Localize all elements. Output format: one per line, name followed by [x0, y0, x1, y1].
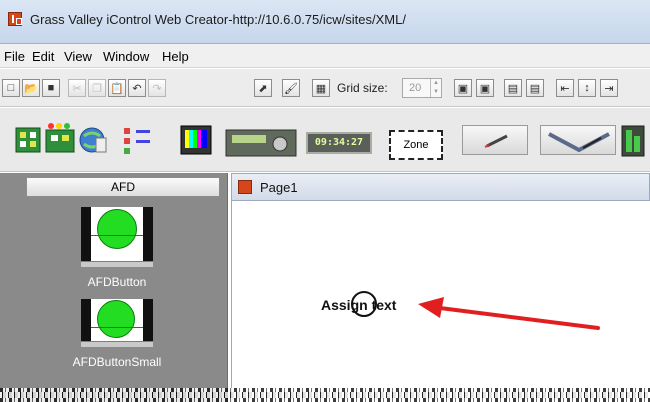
widget-palette: AFD AFDButton AFDButtonSmall: [0, 173, 228, 402]
bottom-noise-strip: [0, 388, 650, 402]
app-logo-icon: [8, 12, 22, 26]
new-document-icon[interactable]: □: [2, 79, 20, 97]
grid-size-stepper[interactable]: 20 ▲ ▼: [402, 78, 442, 98]
button-grid-widget-icon[interactable]: [15, 127, 41, 153]
slider-icon: [548, 132, 610, 153]
led-panel-widget-icon[interactable]: [45, 123, 75, 153]
web-globe-widget-icon[interactable]: [79, 127, 107, 153]
spinner-arrows-icon[interactable]: ▲ ▼: [430, 79, 441, 97]
bring-forward-icon[interactable]: ▣: [454, 79, 472, 97]
slider-tool-button[interactable]: [540, 125, 616, 155]
title-bar: Grass Valley iControl Web Creator-http:/…: [0, 0, 650, 44]
menu-window[interactable]: Window: [103, 49, 149, 64]
open-folder-icon[interactable]: 📂: [22, 79, 40, 97]
align-left-icon[interactable]: ⇤: [556, 79, 574, 97]
grid-toggle-icon[interactable]: ▦: [312, 79, 330, 97]
clock-widget[interactable]: 09:34:27: [306, 132, 372, 154]
annotation-arrow-icon: [418, 297, 600, 330]
menu-view[interactable]: View: [64, 49, 92, 64]
palette-item-afdbuttonsmall[interactable]: AFDButtonSmall: [70, 299, 164, 369]
zone-widget[interactable]: Zone: [389, 130, 443, 160]
window-title: Grass Valley iControl Web Creator-http:/…: [30, 12, 406, 27]
pen-tool-button[interactable]: [462, 125, 528, 155]
pointer-icon[interactable]: ⬈: [254, 79, 272, 97]
afd-button-small-icon: [81, 299, 153, 347]
main-toolbar: □ 📂 ■ ✂ ❐ 📋 ↶ ↷ ⬈ 🖌 ▦ Grid size: 20 ▲ ▼ ▣…: [0, 69, 650, 107]
send-backward-icon[interactable]: ▣: [476, 79, 494, 97]
menu-edit[interactable]: Edit: [32, 49, 54, 64]
click-highlight-circle: [351, 291, 377, 317]
group-icon[interactable]: ▤: [504, 79, 522, 97]
level-meter-widget-icon[interactable]: [620, 122, 650, 162]
align-right-icon[interactable]: ⇥: [600, 79, 618, 97]
align-center-icon[interactable]: ↕: [578, 79, 596, 97]
cut-icon[interactable]: ✂: [68, 79, 86, 97]
palette-item-afdbutton[interactable]: AFDButton: [70, 207, 164, 289]
pen-icon: [484, 134, 508, 148]
redo-icon[interactable]: ↷: [148, 79, 166, 97]
device-panel-widget-icon[interactable]: [225, 129, 297, 157]
page-icon: [238, 180, 252, 194]
page-tab-title: Page1: [260, 180, 298, 195]
tab-page1[interactable]: Page1: [231, 173, 650, 201]
paste-icon[interactable]: 📋: [108, 79, 126, 97]
palette-item-label: AFDButton: [87, 275, 147, 289]
menu-help[interactable]: Help: [162, 49, 189, 64]
grid-size-label: Grid size:: [337, 81, 388, 95]
copy-icon[interactable]: ❐: [88, 79, 106, 97]
menu-bar: File Edit View Window Help: [0, 44, 650, 68]
video-monitor-widget-icon[interactable]: [180, 125, 212, 155]
grid-size-value[interactable]: 20: [409, 82, 421, 94]
undo-icon[interactable]: ↶: [128, 79, 146, 97]
brush-icon[interactable]: 🖌: [282, 79, 300, 97]
widget-toolbar: 09:34:27 Zone: [0, 108, 650, 172]
tree-list-widget-icon[interactable]: [124, 128, 150, 154]
menu-file[interactable]: File: [4, 49, 25, 64]
ungroup-icon[interactable]: ▤: [526, 79, 544, 97]
afd-button-icon: [81, 207, 153, 267]
save-icon[interactable]: ■: [42, 79, 60, 97]
palette-item-label: AFDButtonSmall: [72, 355, 162, 369]
palette-category-afd[interactable]: AFD: [26, 177, 220, 197]
